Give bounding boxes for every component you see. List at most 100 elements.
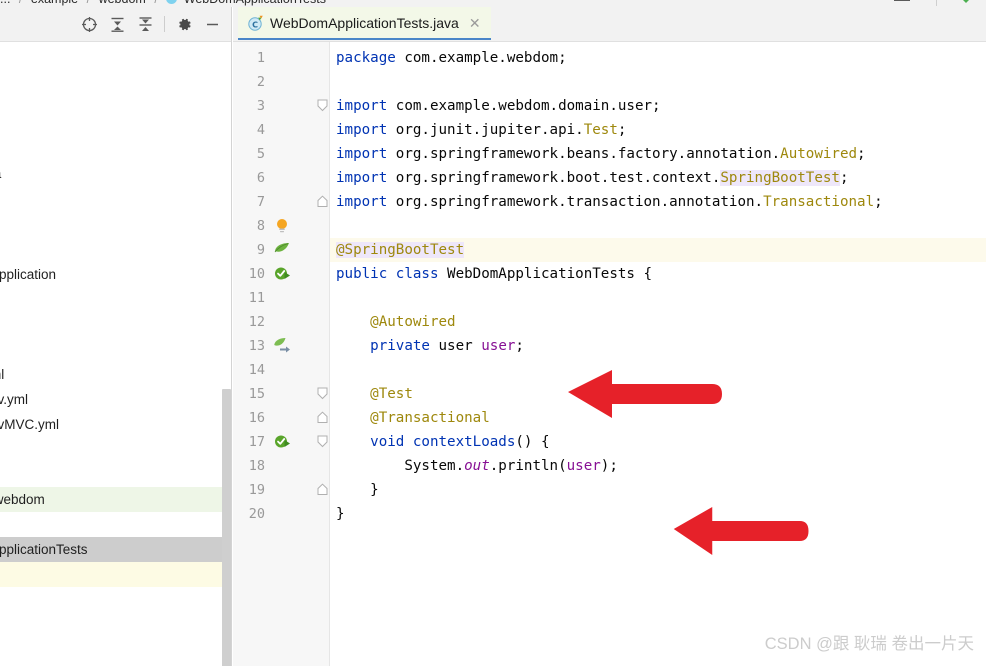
code-fold-start-icon[interactable] bbox=[317, 387, 328, 400]
code-line[interactable] bbox=[330, 70, 986, 94]
bean-nav-icon[interactable] bbox=[273, 337, 291, 355]
code-line[interactable]: @Transactional bbox=[330, 406, 986, 430]
project-tree[interactable]: ta Application ml ev.yml evMVC.yml .webdom App… bbox=[0, 41, 232, 666]
gutter-line[interactable]: 7 bbox=[233, 190, 330, 214]
editor-area: C WebDomApplicationTests.java ✕ 12345678… bbox=[233, 7, 986, 666]
line-number: 13 bbox=[248, 338, 265, 354]
tree-item[interactable]: ta bbox=[0, 161, 222, 186]
settings-gear-icon[interactable] bbox=[170, 11, 198, 37]
run-test-icon[interactable] bbox=[273, 433, 291, 451]
code-line[interactable]: import org.junit.jupiter.api.Test; bbox=[330, 118, 986, 142]
line-number: 15 bbox=[248, 386, 265, 402]
tree-item[interactable] bbox=[0, 562, 222, 587]
code-line[interactable]: import org.springframework.beans.factory… bbox=[330, 142, 986, 166]
code-token: @Transactional bbox=[336, 410, 490, 426]
close-icon[interactable]: ✕ bbox=[469, 16, 481, 30]
line-number: 18 bbox=[248, 458, 265, 474]
code-line[interactable]: } bbox=[330, 502, 986, 526]
code-line[interactable]: @Autowired bbox=[330, 310, 986, 334]
code-token: @Autowired bbox=[336, 314, 456, 330]
gutter-line[interactable]: 15 bbox=[233, 382, 330, 406]
tree-item[interactable]: ApplicationTests bbox=[0, 537, 222, 562]
gutter-line[interactable]: 1 bbox=[233, 46, 330, 70]
code-text[interactable]: package com.example.webdom; import com.ex… bbox=[330, 42, 986, 666]
code-token: user bbox=[481, 338, 516, 354]
code-token: WebDomApplicationTests { bbox=[447, 266, 653, 282]
tab-webdomapplicationtests-java[interactable]: C WebDomApplicationTests.java ✕ bbox=[238, 7, 491, 40]
code-line[interactable]: public class WebDomApplicationTests { bbox=[330, 262, 986, 286]
code-line[interactable]: import org.springframework.boot.test.con… bbox=[330, 166, 986, 190]
code-fold-end-icon[interactable] bbox=[317, 411, 328, 424]
minimize-icon[interactable] bbox=[894, 0, 910, 1]
code-editor[interactable]: 1 2 3 4 5 6 7 8 9 10 11 12 13 14 15 16 17 18 19 20 package … bbox=[233, 42, 986, 666]
tree-item-label: Application bbox=[0, 267, 57, 282]
code-fold-end-icon[interactable] bbox=[317, 195, 328, 208]
code-line[interactable]: package com.example.webdom; bbox=[330, 46, 986, 70]
gutter-line[interactable]: 4 bbox=[233, 118, 330, 142]
gutter-line[interactable]: 13 bbox=[233, 334, 330, 358]
tree-item[interactable]: .webdom bbox=[0, 487, 222, 512]
gutter-line[interactable]: 10 bbox=[233, 262, 330, 286]
gutter-line[interactable]: 18 bbox=[233, 454, 330, 478]
code-token: contextLoads bbox=[412, 434, 516, 450]
gutter-line[interactable]: 14 bbox=[233, 358, 330, 382]
tree-item[interactable]: evMVC.yml bbox=[0, 412, 222, 437]
project-panel-scrollbar[interactable] bbox=[222, 67, 231, 666]
hide-icon[interactable] bbox=[198, 11, 226, 37]
collapse-all-icon[interactable] bbox=[131, 11, 159, 37]
code-line[interactable]: @SpringBootTest bbox=[330, 238, 986, 262]
code-token: .println( bbox=[489, 458, 567, 474]
toolbar-divider bbox=[936, 0, 937, 6]
gutter-line[interactable]: 20 bbox=[233, 502, 330, 526]
gutter-line[interactable]: 2 bbox=[233, 70, 330, 94]
code-line[interactable]: System.out.println(user); bbox=[330, 454, 986, 478]
code-fold-start-icon[interactable] bbox=[317, 99, 328, 112]
code-token: Test bbox=[583, 122, 618, 138]
code-line[interactable]: import com.example.webdom.domain.user; bbox=[330, 94, 986, 118]
code-line[interactable]: private user user; bbox=[330, 334, 986, 358]
breadcrumb-item-2[interactable]: webdom bbox=[99, 0, 146, 6]
scrollbar-thumb[interactable] bbox=[222, 389, 231, 666]
code-token: void bbox=[370, 434, 413, 450]
locate-icon[interactable] bbox=[75, 11, 103, 37]
chevron-down-icon[interactable] bbox=[960, 0, 972, 3]
panel-divider bbox=[231, 7, 232, 666]
gutter-line[interactable]: 3 bbox=[233, 94, 330, 118]
code-line[interactable] bbox=[330, 286, 986, 310]
gutter-line[interactable]: 19 bbox=[233, 478, 330, 502]
tree-item[interactable]: Application bbox=[0, 262, 222, 287]
tree-item[interactable]: ev.yml bbox=[0, 387, 222, 412]
gutter-line[interactable]: 16 bbox=[233, 406, 330, 430]
code-fold-start-icon[interactable] bbox=[317, 435, 328, 448]
tree-item-label: evMVC.yml bbox=[0, 417, 60, 432]
gutter-line[interactable]: 5 bbox=[233, 142, 330, 166]
code-line[interactable] bbox=[330, 214, 986, 238]
code-line[interactable]: import org.springframework.transaction.a… bbox=[330, 190, 986, 214]
line-number: 10 bbox=[248, 266, 265, 282]
gutter-line[interactable]: 11 bbox=[233, 286, 330, 310]
code-line[interactable] bbox=[330, 358, 986, 382]
spring-leaf-icon[interactable] bbox=[273, 241, 291, 259]
tree-item-label: ev.yml bbox=[0, 392, 29, 407]
run-test-icon[interactable] bbox=[273, 265, 291, 283]
code-line[interactable]: @Test bbox=[330, 382, 986, 406]
gutter-line[interactable]: 9 bbox=[233, 238, 330, 262]
breadcrumb-separator: / bbox=[82, 0, 95, 6]
project-panel: ta Application ml ev.yml evMVC.yml .webdom App… bbox=[0, 7, 232, 666]
code-line[interactable]: void contextLoads() { bbox=[330, 430, 986, 454]
breadcrumb[interactable]: ... / example / webdom / WebDomApplicati… bbox=[0, 0, 986, 7]
expand-all-icon[interactable] bbox=[103, 11, 131, 37]
code-line[interactable]: } bbox=[330, 478, 986, 502]
breadcrumb-item-0[interactable]: ... bbox=[0, 0, 10, 6]
gutter-line[interactable]: 12 bbox=[233, 310, 330, 334]
breadcrumb-item-1[interactable]: example bbox=[31, 0, 78, 6]
gutter-line[interactable]: 6 bbox=[233, 166, 330, 190]
lightbulb-icon[interactable] bbox=[273, 217, 291, 235]
editor-gutter[interactable]: 1 2 3 4 5 6 7 8 9 10 11 12 13 14 15 16 17 18 19 20 bbox=[233, 42, 330, 666]
code-fold-end-icon[interactable] bbox=[317, 483, 328, 496]
gutter-line[interactable]: 8 bbox=[233, 214, 330, 238]
tree-item[interactable]: ml bbox=[0, 362, 222, 387]
breadcrumb-item-3[interactable]: WebDomApplicationTests bbox=[184, 0, 326, 6]
gutter-line[interactable]: 17 bbox=[233, 430, 330, 454]
